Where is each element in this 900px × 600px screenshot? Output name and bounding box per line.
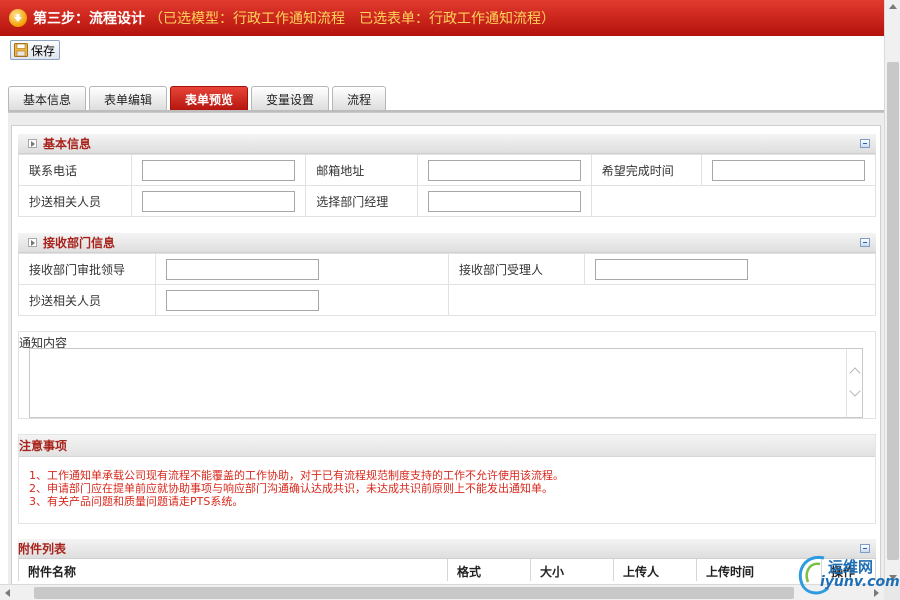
expand-triangle-icon bbox=[28, 238, 37, 247]
column-name: 附件名称 bbox=[19, 559, 448, 581]
attention-item: 3、有关产品问题和质量问题请走PTS系统。 bbox=[29, 495, 244, 508]
dept-manager-label: 选择部门经理 bbox=[305, 185, 418, 217]
receiver-info-title: 接收部门信息 bbox=[43, 236, 116, 250]
collapse-icon[interactable] bbox=[860, 139, 870, 148]
vertical-scroll-thumb[interactable] bbox=[887, 62, 899, 560]
dept-manager-input[interactable] bbox=[427, 190, 581, 212]
scroll-down-icon[interactable] bbox=[849, 385, 861, 397]
tab-basic-info[interactable]: 基本信息 bbox=[8, 86, 87, 111]
notice-section: 通知内容 bbox=[18, 331, 876, 419]
tab-process[interactable]: 流程 bbox=[332, 86, 387, 111]
cc-label: 抄送相关人员 bbox=[17, 185, 133, 217]
attention-item: 1、工作通知单承载公司现有流程不能覆盖的工作协助，对于已有流程规范制度支持的工作… bbox=[29, 469, 564, 482]
basic-info-header[interactable]: 基本信息 bbox=[18, 134, 876, 154]
column-size: 大小 bbox=[531, 559, 614, 581]
floppy-disk-icon bbox=[14, 43, 28, 57]
page-horizontal-scrollbar[interactable] bbox=[0, 584, 884, 600]
tab-bar: 基本信息 表单编辑 表单预览 变量设置 流程 bbox=[0, 66, 884, 112]
selected-model: （已选模型：行政工作通知流程 bbox=[149, 11, 345, 27]
form-preview-panel: 基本信息 联系电话 邮箱地址 希望完成时间 抄送相关人员 选择部门经理 接收部门… bbox=[8, 112, 884, 600]
receiver-info-header[interactable]: 接收部门信息 bbox=[18, 233, 876, 253]
watermark-domain: iyunv.com bbox=[820, 574, 900, 590]
attachments-columns: 附件名称 格式 大小 上传人 上传时间 操作 bbox=[18, 559, 876, 581]
save-button[interactable]: 保存 bbox=[10, 40, 61, 60]
email-input[interactable] bbox=[427, 159, 581, 181]
page-vertical-scrollbar[interactable] bbox=[884, 0, 900, 584]
scroll-up-icon[interactable] bbox=[849, 367, 861, 379]
down-arrow-circle-icon bbox=[9, 9, 27, 27]
phone-input[interactable] bbox=[142, 159, 296, 181]
phone-label: 联系电话 bbox=[17, 154, 133, 186]
deadline-input[interactable] bbox=[712, 159, 865, 181]
attention-section: 注意事项 1、工作通知单承载公司现有流程不能覆盖的工作协助，对于已有流程规范制度… bbox=[18, 434, 876, 524]
selected-form: 已选表单：行政工作通知流程） bbox=[359, 11, 555, 27]
watermark: 运维网 iyunv.com bbox=[790, 550, 900, 600]
attachments-title: 附件列表 bbox=[18, 542, 67, 556]
notice-scrollbar[interactable] bbox=[846, 349, 862, 417]
title-bar: 第三步：流程设计 （已选模型：行政工作通知流程 已选表单：行政工作通知流程） bbox=[0, 0, 884, 36]
notice-textarea[interactable] bbox=[29, 348, 863, 418]
selection-info: （已选模型：行政工作通知流程 已选表单：行政工作通知流程） bbox=[149, 8, 555, 28]
receiver-cc-label: 抄送相关人员 bbox=[18, 284, 156, 316]
attention-title: 注意事项 bbox=[19, 435, 875, 457]
receiver-info-table: 接收部门审批领导 接收部门受理人 抄送相关人员 bbox=[18, 253, 876, 316]
toolbar: 保存 bbox=[0, 36, 884, 66]
form-canvas: 基本信息 联系电话 邮箱地址 希望完成时间 抄送相关人员 选择部门经理 接收部门… bbox=[11, 125, 881, 600]
tab-form-edit[interactable]: 表单编辑 bbox=[89, 86, 168, 111]
step-title: 第三步：流程设计 bbox=[33, 11, 145, 27]
basic-info-table: 联系电话 邮箱地址 希望完成时间 抄送相关人员 选择部门经理 bbox=[17, 154, 877, 217]
column-uploader: 上传人 bbox=[614, 559, 697, 581]
handler-label: 接收部门受理人 bbox=[448, 253, 585, 285]
scroll-up-arrow-icon[interactable] bbox=[889, 4, 897, 9]
attachments-header[interactable]: 附件列表 bbox=[18, 539, 876, 559]
horizontal-scroll-thumb[interactable] bbox=[34, 587, 794, 599]
expand-triangle-icon bbox=[28, 139, 37, 148]
scroll-left-arrow-icon[interactable] bbox=[5, 589, 10, 597]
cc-input[interactable] bbox=[142, 190, 296, 212]
tab-form-preview[interactable]: 表单预览 bbox=[170, 86, 249, 111]
deadline-label: 希望完成时间 bbox=[590, 154, 703, 186]
tab-variable-settings[interactable]: 变量设置 bbox=[251, 86, 330, 111]
email-label: 邮箱地址 bbox=[305, 154, 418, 186]
basic-info-title: 基本信息 bbox=[43, 137, 92, 151]
column-format: 格式 bbox=[448, 559, 531, 581]
approver-label: 接收部门审批领导 bbox=[18, 253, 156, 285]
attention-item: 2、申请部门应在提单前应就协助事项与响应部门沟通确认达成共识，未达成共识前原则上… bbox=[29, 482, 553, 495]
approver-input[interactable] bbox=[166, 258, 319, 280]
collapse-icon[interactable] bbox=[860, 238, 870, 247]
handler-input[interactable] bbox=[595, 258, 748, 280]
save-button-label: 保存 bbox=[31, 43, 56, 58]
receiver-cc-input[interactable] bbox=[166, 289, 319, 311]
